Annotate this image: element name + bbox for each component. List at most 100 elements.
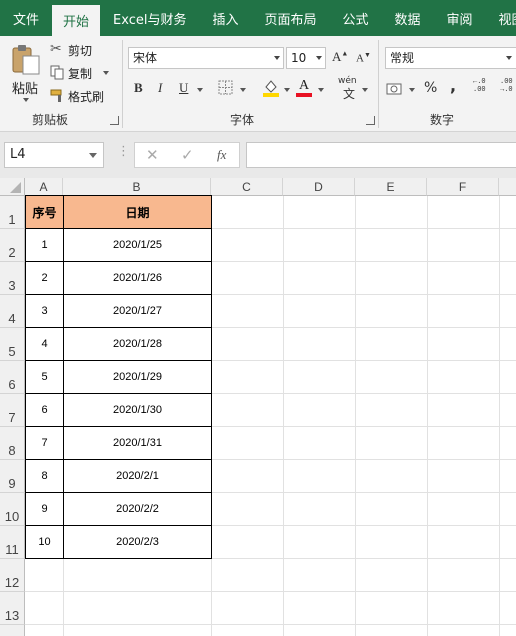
table-cell-a9[interactable]: 8 — [26, 460, 63, 492]
accounting-format-icon[interactable] — [386, 81, 404, 97]
gridline — [25, 591, 516, 592]
table-cell-a3[interactable]: 2 — [26, 262, 63, 294]
font-launcher-icon[interactable] — [366, 116, 375, 125]
column-header-g[interactable] — [499, 178, 516, 196]
column-header-d[interactable]: D — [283, 178, 355, 196]
tab-excel-finance[interactable]: Excel与财务 — [100, 0, 199, 36]
tab-formulas[interactable]: 公式 — [330, 0, 382, 36]
underline-dropdown-arrow[interactable] — [197, 88, 203, 92]
row-header-5[interactable]: 5 — [0, 328, 25, 361]
cut-button[interactable]: ✂ 剪切 — [50, 41, 100, 59]
select-all-button[interactable] — [0, 178, 25, 196]
row-header-14[interactable] — [0, 625, 25, 636]
borders-icon[interactable] — [218, 80, 234, 96]
increase-font-icon[interactable]: A▲ — [332, 49, 348, 65]
table-cell-a6[interactable]: 5 — [26, 361, 63, 393]
table-cell-a2[interactable]: 1 — [26, 229, 63, 261]
percent-button[interactable]: % — [424, 80, 437, 96]
increase-decimal-icon[interactable]: ←.0.00 — [473, 78, 486, 94]
row-header-6[interactable]: 6 — [0, 361, 25, 394]
row-header-12[interactable]: 12 — [0, 559, 25, 592]
borders-dropdown-arrow[interactable] — [240, 88, 246, 92]
chevron-down-icon — [316, 56, 322, 60]
row-header-3[interactable]: 3 — [0, 262, 25, 295]
column-header-b[interactable]: B — [63, 178, 211, 196]
paste-dropdown-arrow[interactable] — [23, 98, 29, 102]
tab-view[interactable]: 视图 — [486, 0, 516, 36]
copy-dropdown-arrow[interactable] — [103, 71, 109, 75]
ribbon-tab-bar: 文件 开始 Excel与财务 插入 页面布局 公式 数据 审阅 视图 — [0, 0, 516, 36]
font-color-icon[interactable]: A — [296, 78, 312, 98]
phonetic-dropdown-arrow[interactable] — [362, 88, 368, 92]
font-name-select[interactable]: 宋体 — [128, 47, 284, 69]
column-header-f[interactable]: F — [427, 178, 499, 196]
row-header-7[interactable]: 7 — [0, 394, 25, 427]
table-cell-b2[interactable]: 2020/1/25 — [64, 229, 211, 261]
tab-page-layout[interactable]: 页面布局 — [251, 0, 329, 36]
row-header-2[interactable]: 2 — [0, 229, 25, 262]
name-box[interactable]: L4 — [4, 142, 104, 168]
italic-button[interactable]: I — [158, 80, 162, 96]
table-cell-b11[interactable]: 2020/2/3 — [64, 526, 211, 558]
bold-button[interactable]: B — [134, 80, 143, 96]
column-header-e[interactable]: E — [355, 178, 427, 196]
gridline — [355, 196, 356, 636]
row-header-1[interactable]: 1 — [0, 196, 25, 229]
table-cell-a5[interactable]: 4 — [26, 328, 63, 360]
column-header-a[interactable]: A — [25, 178, 63, 196]
formula-bar-grip-icon: ⋮ — [117, 144, 130, 159]
clipboard-launcher-icon[interactable] — [110, 116, 119, 125]
column-header-c[interactable]: C — [211, 178, 283, 196]
table-cell-b3[interactable]: 2020/1/26 — [64, 262, 211, 294]
phonetic-button[interactable]: wén 文 — [338, 76, 358, 101]
decrease-decimal-icon[interactable]: .00 →.0 — [500, 78, 513, 94]
tab-data[interactable]: 数据 — [382, 0, 434, 36]
table-cell-a11[interactable]: 10 — [26, 526, 63, 558]
row-header-9[interactable]: 9 — [0, 460, 25, 493]
number-format-select[interactable]: 常规 — [385, 47, 516, 69]
underline-button[interactable]: U — [179, 80, 188, 96]
comma-style-button[interactable]: , — [450, 76, 456, 95]
table-cell-a10[interactable]: 9 — [26, 493, 63, 525]
paste-button[interactable]: 粘贴 — [8, 40, 44, 106]
font-group-label: 字体 — [230, 113, 255, 127]
insert-function-icon[interactable]: fx — [217, 147, 226, 163]
formula-input[interactable] — [246, 142, 516, 168]
table-cell-b5[interactable]: 2020/1/28 — [64, 328, 211, 360]
table-cell-b10[interactable]: 2020/2/2 — [64, 493, 211, 525]
row-header-11[interactable]: 11 — [0, 526, 25, 559]
cell-b1-header[interactable]: 日期 — [64, 196, 211, 228]
table-cell-b9[interactable]: 2020/2/1 — [64, 460, 211, 492]
font-color-dropdown-arrow[interactable] — [318, 88, 324, 92]
table-cell-b6[interactable]: 2020/1/29 — [64, 361, 211, 393]
tab-insert[interactable]: 插入 — [199, 0, 251, 36]
row-header-13[interactable]: 13 — [0, 592, 25, 625]
fill-color-icon[interactable] — [262, 78, 280, 98]
row-header-4[interactable]: 4 — [0, 295, 25, 328]
cancel-icon[interactable]: ✕ — [146, 146, 159, 164]
table-cell-b7[interactable]: 2020/1/30 — [64, 394, 211, 426]
table-cell-b4[interactable]: 2020/1/27 — [64, 295, 211, 327]
cell-a1-header[interactable]: 序号 — [26, 196, 63, 228]
chevron-down-icon — [89, 153, 97, 158]
row-header-10[interactable]: 10 — [0, 493, 25, 526]
tab-home[interactable]: 开始 — [52, 5, 101, 36]
table-cell-b8[interactable]: 2020/1/31 — [64, 427, 211, 459]
worksheet-grid[interactable]: A B C D E F 1 2 3 4 5 6 7 8 9 10 11 12 1… — [0, 178, 516, 636]
tab-review[interactable]: 审阅 — [434, 0, 486, 36]
select-all-triangle-icon — [10, 182, 21, 193]
format-painter-button[interactable]: 格式刷 — [50, 87, 110, 105]
copy-button[interactable]: 复制 — [50, 64, 112, 82]
number-group-label: 数字 — [430, 113, 455, 127]
accounting-dropdown-arrow[interactable] — [409, 88, 415, 92]
table-cell-a8[interactable]: 7 — [26, 427, 63, 459]
table-cell-a4[interactable]: 3 — [26, 295, 63, 327]
font-size-select[interactable]: 10 — [286, 47, 326, 69]
tab-file[interactable]: 文件 — [0, 0, 52, 36]
row-header-8[interactable]: 8 — [0, 427, 25, 460]
enter-icon[interactable]: ✓ — [181, 146, 194, 164]
table-cell-a7[interactable]: 6 — [26, 394, 63, 426]
fill-color-dropdown-arrow[interactable] — [284, 88, 290, 92]
decrease-font-icon[interactable]: A▼ — [356, 51, 371, 65]
gridline — [211, 196, 212, 636]
